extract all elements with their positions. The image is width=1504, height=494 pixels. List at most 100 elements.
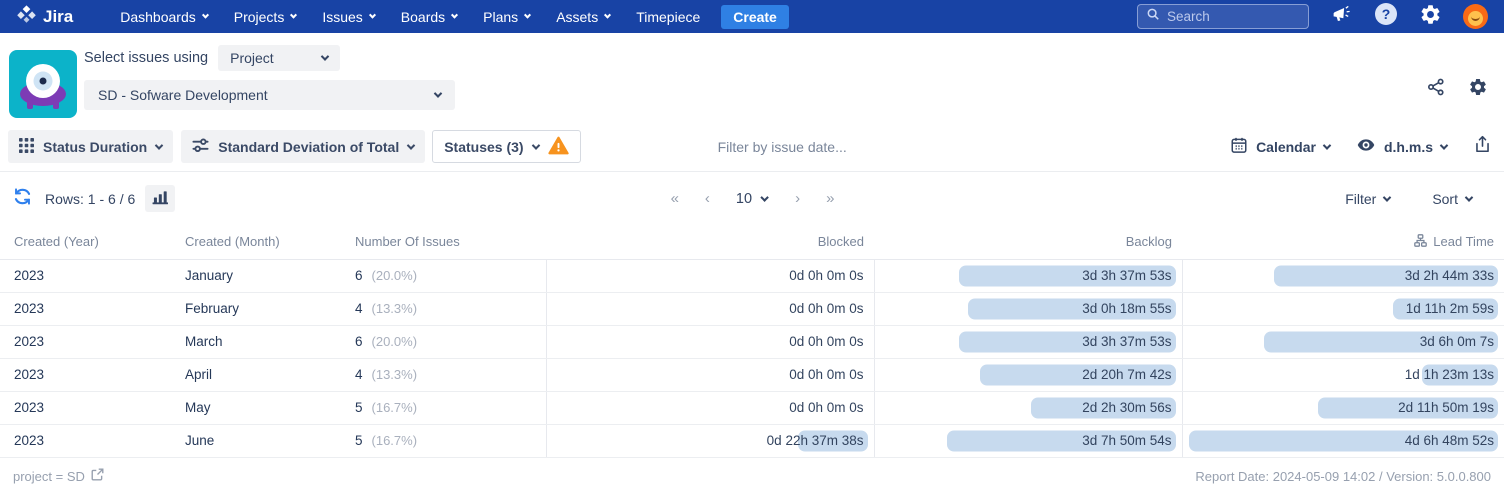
jira-logo[interactable]: Jira xyxy=(16,4,73,30)
cell-month: April xyxy=(185,358,355,391)
cell-month: March xyxy=(185,325,355,358)
cell-issue-count: 6(20.0%) xyxy=(355,325,546,358)
issue-percentage: (16.7%) xyxy=(372,400,418,415)
chevron-down-icon xyxy=(1465,193,1473,201)
cell-year: 2023 xyxy=(0,259,185,292)
cell-year: 2023 xyxy=(0,292,185,325)
issue-percentage: (20.0%) xyxy=(372,268,418,283)
strip-right: Filter Sort xyxy=(1345,191,1492,207)
chart-view-button[interactable] xyxy=(145,185,175,212)
external-link-icon[interactable] xyxy=(91,468,104,484)
chevron-down-icon xyxy=(202,12,209,19)
search-input[interactable] xyxy=(1167,9,1287,24)
chevron-down-icon xyxy=(321,52,329,60)
report-settings-icon[interactable] xyxy=(1468,77,1488,102)
table-row[interactable]: 2023 March 6(20.0%) 0d 0h 0m 0s 3d 3h 37… xyxy=(0,325,1504,358)
brand-label: Jira xyxy=(43,7,73,27)
statuses-button[interactable]: Statuses (3) xyxy=(432,130,580,163)
search-box[interactable] xyxy=(1137,4,1309,29)
eye-icon xyxy=(1356,136,1376,157)
issue-percentage: (13.3%) xyxy=(372,301,418,316)
page-size-select[interactable]: 10 xyxy=(736,191,768,207)
cell-month: January xyxy=(185,259,355,292)
nav-item-issues[interactable]: Issues xyxy=(309,0,387,33)
issue-percentage: (20.0%) xyxy=(372,334,418,349)
navbar-right: ? xyxy=(1137,2,1488,31)
export-icon[interactable] xyxy=(1473,135,1492,159)
nav-item-boards[interactable]: Boards xyxy=(388,0,470,33)
duration-format-button[interactable]: d.h.m.s xyxy=(1356,136,1447,157)
nav-item-dashboards[interactable]: Dashboards xyxy=(107,0,221,33)
cell-backlog: 2d 20h 7m 42s xyxy=(874,358,1182,391)
cell-blocked: 0d 0h 0m 0s xyxy=(546,292,874,325)
chevron-down-icon xyxy=(1440,141,1448,149)
col-created-year[interactable]: Created (Year) xyxy=(0,225,185,259)
cell-year: 2023 xyxy=(0,391,185,424)
user-avatar[interactable] xyxy=(1463,4,1488,29)
filter-button[interactable]: Filter xyxy=(1345,191,1390,207)
announcements-icon[interactable] xyxy=(1330,4,1353,30)
col-lead-time[interactable]: Lead Time xyxy=(1182,225,1504,259)
nav-item-timepiece[interactable]: Timepiece xyxy=(623,0,713,33)
nav-menu: Dashboards Projects Issues Boards Plans … xyxy=(107,0,789,33)
issue-date-filter[interactable]: Filter by issue date... xyxy=(718,139,847,155)
metric-button[interactable]: Standard Deviation of Total xyxy=(181,130,425,163)
cell-year: 2023 xyxy=(0,358,185,391)
refresh-icon[interactable] xyxy=(12,186,33,212)
report-toolbar: Status Duration Standard Deviation of To… xyxy=(0,130,1504,163)
cell-month: June xyxy=(185,424,355,457)
cell-blocked: 0d 0h 0m 0s xyxy=(546,391,874,424)
issue-percentage: (13.3%) xyxy=(372,367,418,382)
nav-item-assets[interactable]: Assets xyxy=(543,0,623,33)
status-duration-table: Created (Year) Created (Month) Number Of… xyxy=(0,225,1504,458)
share-icon[interactable] xyxy=(1426,77,1446,102)
cell-lead-time: 3d 2h 44m 33s xyxy=(1182,259,1504,292)
table-controls: Rows: 1 - 6 / 6 « ‹ 10 › » Filter Sort xyxy=(0,171,1504,225)
issue-source-area: Select issues using Project SD - Sofware… xyxy=(84,45,455,110)
sort-button[interactable]: Sort xyxy=(1432,191,1472,207)
chevron-down-icon xyxy=(155,141,163,149)
table-header-row: Created (Year) Created (Month) Number Of… xyxy=(0,225,1504,259)
next-page-button[interactable]: › xyxy=(795,190,799,207)
first-page-button[interactable]: « xyxy=(671,190,678,207)
help-icon[interactable]: ? xyxy=(1374,2,1398,31)
cell-issue-count: 6(20.0%) xyxy=(355,259,546,292)
nav-item-plans[interactable]: Plans xyxy=(470,0,543,33)
col-created-month[interactable]: Created (Month) xyxy=(185,225,355,259)
calendar-button[interactable]: Calendar xyxy=(1230,136,1330,157)
table-row[interactable]: 2023 June 5(16.7%) 0d 22h 37m 38s 3d 7h … xyxy=(0,424,1504,457)
cell-issue-count: 5(16.7%) xyxy=(355,391,546,424)
col-blocked[interactable]: Blocked xyxy=(546,225,874,259)
cell-year: 2023 xyxy=(0,325,185,358)
search-icon xyxy=(1146,7,1160,26)
app-icon xyxy=(9,50,77,118)
col-backlog[interactable]: Backlog xyxy=(874,225,1182,259)
create-button[interactable]: Create xyxy=(721,5,789,29)
cell-backlog: 2d 2h 30m 56s xyxy=(874,391,1182,424)
pagination: « ‹ 10 › » xyxy=(671,190,834,207)
project-select[interactable]: SD - Sofware Development xyxy=(84,80,455,110)
last-page-button[interactable]: » xyxy=(826,190,833,207)
chevron-down-icon xyxy=(451,12,458,19)
settings-icon[interactable] xyxy=(1419,3,1442,31)
prev-page-button[interactable]: ‹ xyxy=(705,190,709,207)
view-type-button[interactable]: Status Duration xyxy=(8,130,173,163)
issue-source-select[interactable]: Project xyxy=(218,45,340,71)
nav-item-projects[interactable]: Projects xyxy=(221,0,310,33)
chevron-down-icon xyxy=(604,12,611,19)
cell-lead-time: 4d 6h 48m 52s xyxy=(1182,424,1504,457)
table-row[interactable]: 2023 January 6(20.0%) 0d 0h 0m 0s 3d 3h … xyxy=(0,259,1504,292)
col-number-of-issues[interactable]: Number Of Issues xyxy=(355,225,546,259)
table-row[interactable]: 2023 February 4(13.3%) 0d 0h 0m 0s 3d 0h… xyxy=(0,292,1504,325)
cell-lead-time: 3d 6h 0m 7s xyxy=(1182,325,1504,358)
table-row[interactable]: 2023 April 4(13.3%) 0d 0h 0m 0s 2d 20h 7… xyxy=(0,358,1504,391)
cell-backlog: 3d 3h 37m 53s xyxy=(874,325,1182,358)
grid-icon xyxy=(19,138,34,156)
chevron-down-icon xyxy=(290,12,297,19)
table-row[interactable]: 2023 May 5(16.7%) 0d 0h 0m 0s 2d 2h 30m … xyxy=(0,391,1504,424)
chevron-down-icon xyxy=(407,141,415,149)
bar-chart-icon xyxy=(152,190,169,208)
cell-issue-count: 5(16.7%) xyxy=(355,424,546,457)
report-footer: project = SD Report Date: 2024-05-09 14:… xyxy=(0,458,1504,494)
cell-lead-time: 2d 11h 50m 19s xyxy=(1182,391,1504,424)
